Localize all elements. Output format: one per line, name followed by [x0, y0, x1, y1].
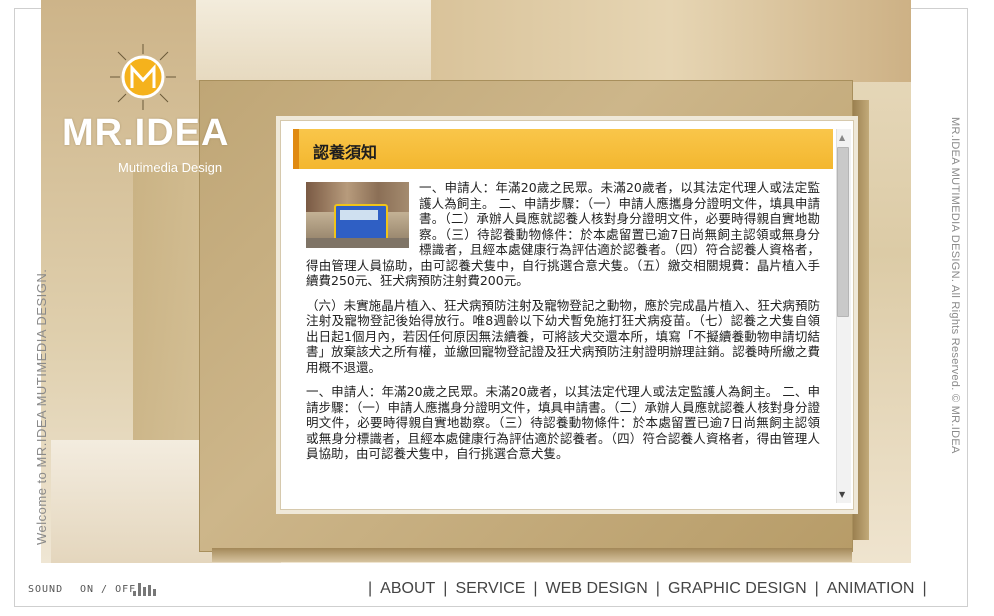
scroll-up-arrow-icon[interactable]: ▲: [839, 133, 845, 142]
sound-label: SOUND: [28, 584, 64, 595]
nav-item-graphic-design[interactable]: GRAPHIC DESIGN: [668, 580, 807, 598]
board-edge: [853, 100, 869, 540]
nav-separator: |: [443, 580, 448, 597]
sound-level-icon[interactable]: [133, 583, 159, 596]
nav-item-service[interactable]: SERVICE: [455, 580, 525, 598]
panel-title-bar: 認養須知: [293, 129, 833, 169]
nav-separator: |: [922, 580, 927, 597]
sound-toggle[interactable]: ON / OFF: [80, 584, 136, 595]
tram-photo: [306, 182, 409, 248]
scrollbar-thumb[interactable]: [837, 147, 849, 317]
nav-separator: |: [368, 580, 373, 597]
background-slab: [431, 0, 911, 82]
nav-item-web-design[interactable]: WEB DESIGN: [546, 580, 648, 598]
scroll-down-arrow-icon[interactable]: ▼: [839, 490, 845, 499]
logo-subtitle: Mutimedia Design: [118, 160, 223, 175]
nav-separator: |: [533, 580, 538, 597]
copyright-vertical-text: MR.IDEA MUTIMEDIA DESIGN. All Rights Res…: [949, 117, 961, 454]
nav-separator: |: [655, 580, 660, 597]
article-body: 一、申請人：年滿20歲之民眾。未滿20歲者，以其法定代理人或法定監護人為飼主。 …: [306, 180, 820, 506]
nav-separator: |: [814, 580, 819, 597]
nav-item-about[interactable]: ABOUT: [380, 580, 435, 598]
nav-item-animation[interactable]: ANIMATION: [827, 580, 915, 598]
article-paragraph: 一、申請人：年滿20歲之民眾。未滿20歲者，以其法定代理人或法定監護人為飼主。 …: [306, 384, 820, 461]
main-nav: | ABOUT | SERVICE | WEB DESIGN | GRAPHIC…: [360, 578, 935, 600]
logo-title: MR.IDEA: [62, 112, 230, 154]
page-title: 認養須知: [313, 143, 378, 162]
sun-logo-icon: [110, 44, 176, 110]
article-paragraph: （六）未實施晶片植入、狂犬病預防注射及寵物登記之動物，應於完成晶片植入、狂犬病預…: [306, 297, 820, 375]
welcome-vertical-text: Welcome to MR.IDEA MUTIMEDIA DESIGN.: [34, 268, 49, 545]
board-edge: [212, 548, 852, 562]
logo[interactable]: MR.IDEA Mutimedia Design: [48, 20, 248, 180]
